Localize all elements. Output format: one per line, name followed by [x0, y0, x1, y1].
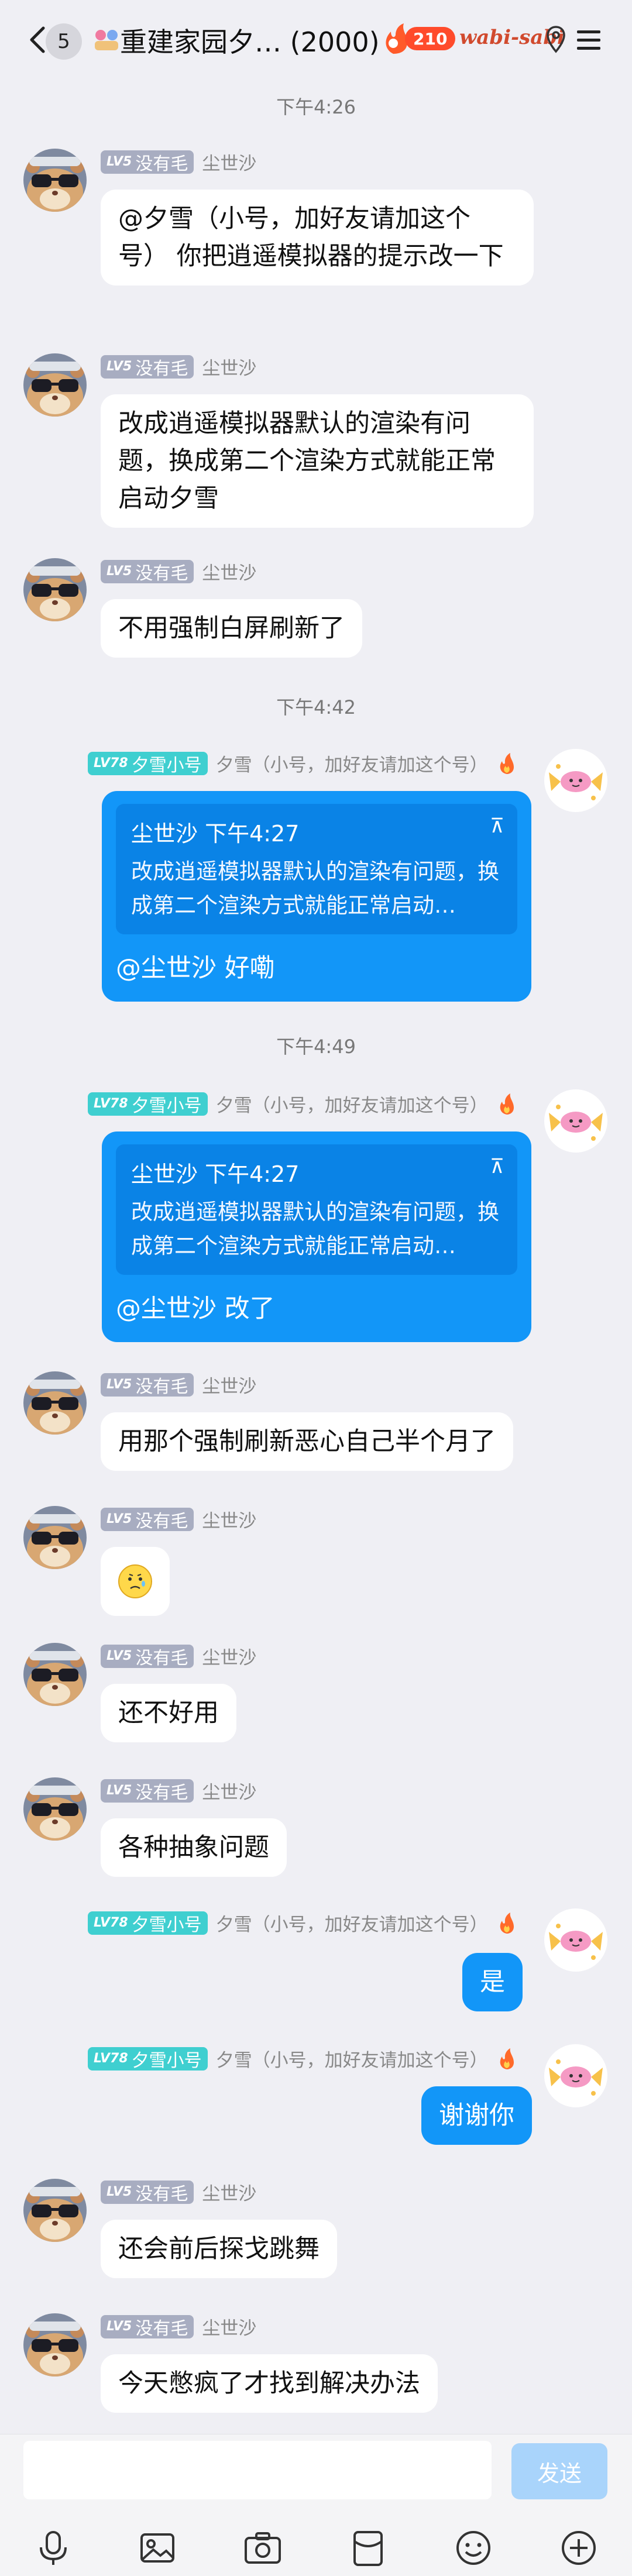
avatar[interactable]	[23, 1777, 87, 1841]
sender-name[interactable]: 尘世沙	[202, 558, 256, 584]
level-tag: LV78 夕雪小号	[88, 2047, 208, 2071]
message-bubble[interactable]: 尘世沙 下午4:27 改成逍遥模拟器默认的渲染有问题，换成第二个渲染方式就能正常…	[102, 1131, 531, 1342]
message-bubble[interactable]: 尘世沙 下午4:27 改成逍遥模拟器默认的渲染有问题，换成第二个渲染方式就能正常…	[102, 791, 531, 1002]
message-bubble[interactable]: 今天憋疯了才找到解决办法	[101, 2354, 438, 2413]
reply-text: @尘世沙 好嘞	[116, 954, 275, 983]
sender-name[interactable]: 尘世沙	[202, 1777, 256, 1804]
timestamp: 下午4:26	[276, 96, 356, 118]
fire-count[interactable]: 210	[405, 27, 456, 50]
sender-meta: LV78 夕雪小号 夕雪（小号，加好友请加这个号）	[88, 1910, 517, 1936]
unread-count-badge[interactable]: 5	[46, 23, 82, 60]
sender-name[interactable]: 尘世沙	[202, 1371, 256, 1398]
quoted-message[interactable]: 尘世沙 下午4:27 改成逍遥模拟器默认的渲染有问题，换成第二个渲染方式就能正常…	[116, 1144, 517, 1275]
avatar[interactable]	[544, 1908, 607, 1972]
timestamp: 下午4:49	[276, 1036, 356, 1058]
level-tag: LV5 没有毛	[101, 1507, 194, 1532]
composer-toolbar	[0, 2516, 632, 2574]
avatar[interactable]	[23, 353, 87, 417]
message-bubble[interactable]: 是	[462, 1953, 523, 2011]
level-tag: LV5 没有毛	[101, 559, 194, 584]
sender-name[interactable]: 尘世沙	[202, 1506, 256, 1532]
message-bubble[interactable]: 用那个强制刷新恶心自己半个月了	[101, 1412, 513, 1471]
message-bubble[interactable]: 谢谢你	[421, 2086, 532, 2145]
location-pin-icon[interactable]	[544, 23, 568, 56]
timestamp: 下午4:42	[276, 696, 356, 718]
sender-name[interactable]: 尘世沙	[202, 353, 256, 380]
message-bubble[interactable]: 不用强制白屏刷新了	[101, 599, 362, 658]
message-bubble[interactable]: @夕雪（小号，加好友请加这个号） 你把逍遥模拟器的提示改一下	[101, 190, 534, 286]
sender-meta: LV5 没有毛 尘世沙	[101, 1777, 256, 1804]
avatar[interactable]	[23, 149, 87, 212]
sender-meta: LV5 没有毛 尘世沙	[101, 2313, 256, 2340]
level-tag: LV5 没有毛	[101, 1644, 194, 1669]
message-bubble[interactable]: 还会前后探戈跳舞	[101, 2220, 337, 2278]
reply-text: @尘世沙 改了	[116, 1294, 275, 1323]
sender-meta: LV5 没有毛 尘世沙	[101, 1643, 256, 1669]
level-tag: LV5 没有毛	[101, 150, 194, 174]
worried-face-icon	[118, 1564, 152, 1598]
quote-text: 改成逍遥模拟器默认的渲染有问题，换成第二个渲染方式就能正常启动…	[131, 859, 499, 918]
avatar[interactable]	[544, 749, 607, 812]
quote-text: 改成逍遥模拟器默认的渲染有问题，换成第二个渲染方式就能正常启动…	[131, 1199, 499, 1258]
avatar[interactable]	[544, 1089, 607, 1153]
flame-icon	[496, 752, 517, 775]
level-tag: LV78 夕雪小号	[88, 1092, 208, 1116]
quoted-message[interactable]: 尘世沙 下午4:27 改成逍遥模拟器默认的渲染有问题，换成第二个渲染方式就能正常…	[116, 804, 517, 934]
level-tag: LV5 没有毛	[101, 1373, 194, 1397]
red-packet-icon[interactable]	[348, 2527, 389, 2568]
quote-header: 尘世沙 下午4:27	[131, 821, 300, 847]
level-tag: LV5 没有毛	[101, 2314, 194, 2339]
avatar[interactable]	[23, 2313, 87, 2376]
menu-icon[interactable]	[572, 23, 605, 56]
send-button[interactable]: 发送	[511, 2443, 607, 2499]
sender-meta: LV5 没有毛 尘世沙	[101, 1371, 256, 1398]
image-icon[interactable]	[137, 2527, 178, 2568]
group-icon	[95, 30, 118, 50]
message-input[interactable]	[23, 2441, 492, 2499]
camera-icon[interactable]	[242, 2527, 283, 2568]
collapse-icon[interactable]: ⊼	[490, 814, 504, 838]
message-bubble[interactable]: 还不好用	[101, 1684, 236, 1742]
sender-name[interactable]: 夕雪（小号，加好友请加这个号）	[216, 2045, 488, 2072]
flame-icon	[496, 1092, 517, 1116]
microphone-icon[interactable]	[33, 2527, 74, 2568]
message-bubble[interactable]: 各种抽象问题	[101, 1818, 287, 1877]
sender-meta: LV78 夕雪小号 夕雪（小号，加好友请加这个号）	[88, 2045, 517, 2072]
sender-name[interactable]: 尘世沙	[202, 2179, 256, 2205]
sender-meta: LV78 夕雪小号 夕雪（小号，加好友请加这个号）	[88, 1091, 517, 1117]
sender-name[interactable]: 尘世沙	[202, 1643, 256, 1669]
level-tag: LV5 没有毛	[101, 2180, 194, 2204]
flame-icon	[496, 2047, 517, 2071]
sender-meta: LV5 没有毛 尘世沙	[101, 558, 256, 584]
collapse-icon[interactable]: ⊼	[490, 1155, 504, 1178]
level-tag: LV5 没有毛	[101, 1779, 194, 1803]
sender-name[interactable]: 夕雪（小号，加好友请加这个号）	[216, 750, 488, 776]
sender-meta: LV5 没有毛 尘世沙	[101, 2179, 256, 2205]
sender-meta: LV5 没有毛 尘世沙	[101, 149, 256, 175]
avatar[interactable]	[23, 1371, 87, 1435]
sender-meta: LV5 没有毛 尘世沙	[101, 1506, 256, 1532]
quote-header: 尘世沙 下午4:27	[131, 1161, 300, 1187]
sender-meta: LV78 夕雪小号 夕雪（小号，加好友请加这个号）	[88, 750, 517, 776]
sender-meta: LV5 没有毛 尘世沙	[101, 353, 256, 380]
message-bubble[interactable]	[101, 1547, 170, 1616]
chat-header: 5 重建家园夕… (2000) 210 wabi-sabi	[0, 0, 632, 80]
chat-title[interactable]: 重建家园夕… (2000)	[120, 21, 380, 60]
level-tag: LV5 没有毛	[101, 355, 194, 379]
avatar[interactable]	[23, 2179, 87, 2242]
sender-name[interactable]: 夕雪（小号，加好友请加这个号）	[216, 1910, 488, 1936]
sender-name[interactable]: 尘世沙	[202, 149, 256, 175]
avatar[interactable]	[23, 558, 87, 621]
flame-icon	[496, 1911, 517, 1935]
avatar[interactable]	[544, 2044, 607, 2107]
message-bubble[interactable]: 改成逍遥模拟器默认的渲染有问题，换成第二个渲染方式就能正常启动夕雪	[101, 394, 534, 528]
sender-name[interactable]: 尘世沙	[202, 2313, 256, 2340]
avatar[interactable]	[23, 1643, 87, 1706]
avatar[interactable]	[23, 1506, 87, 1569]
plus-icon[interactable]	[558, 2527, 599, 2568]
emoji-icon[interactable]	[453, 2527, 494, 2568]
level-tag: LV78 夕雪小号	[88, 751, 208, 776]
sender-name[interactable]: 夕雪（小号，加好友请加这个号）	[216, 1091, 488, 1117]
level-tag: LV78 夕雪小号	[88, 1911, 208, 1935]
